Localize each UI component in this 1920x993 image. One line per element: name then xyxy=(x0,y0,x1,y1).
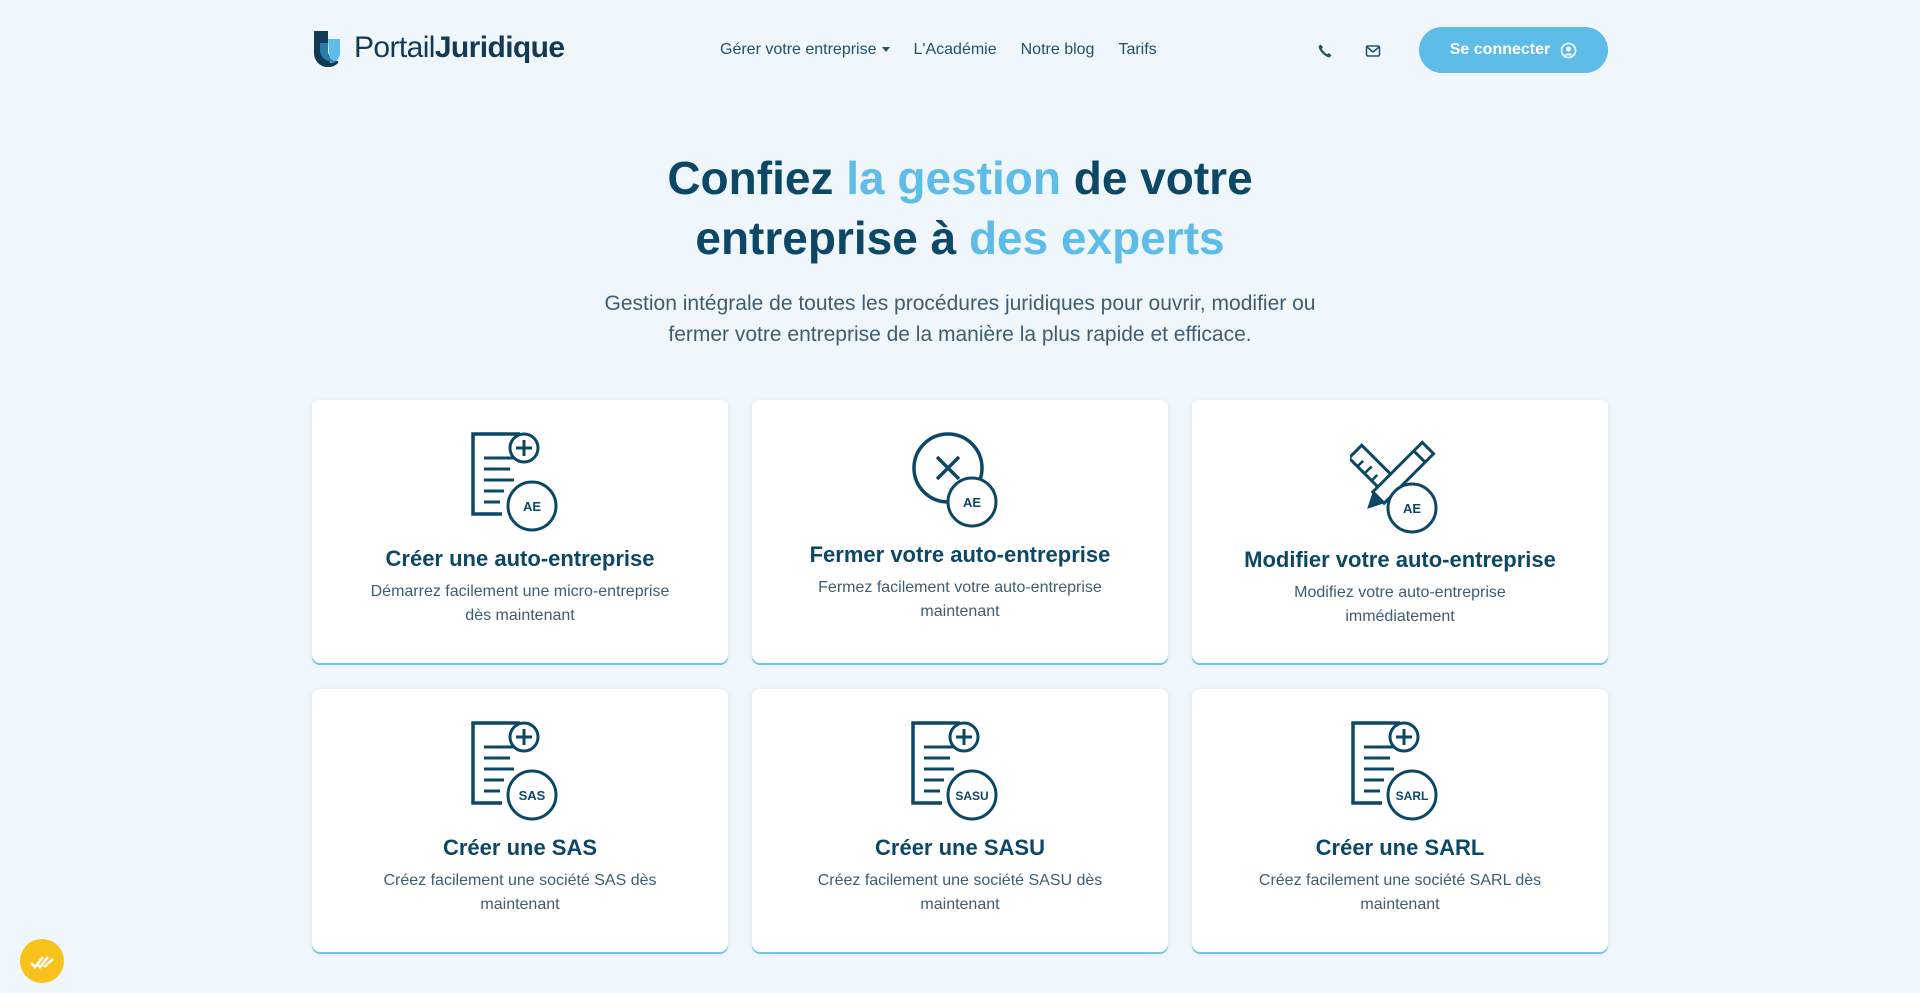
card-badge: AE xyxy=(523,499,541,514)
document-add-icon: SASU xyxy=(911,721,998,821)
card-badge: AE xyxy=(1403,501,1421,516)
hero-title-accent: des experts xyxy=(968,212,1225,264)
hero-title: Confiez la gestion de votre entreprise à… xyxy=(560,148,1360,268)
hero-title-part: entreprise à xyxy=(695,212,969,264)
hero-subtitle: Gestion intégrale de toutes les procédur… xyxy=(560,288,1360,350)
pencil-ruler-icon: AE xyxy=(1350,440,1438,534)
mail-icon xyxy=(1365,45,1381,57)
phone-button[interactable] xyxy=(1314,40,1336,62)
card-title: Créer une SARL xyxy=(1315,835,1485,860)
nav-blog[interactable]: Notre blog xyxy=(1021,41,1095,59)
card-title: Créer une SAS xyxy=(442,835,598,860)
card-desc: Créez facilement une société SASU dès ma… xyxy=(817,872,1103,913)
logo-text-light: Portail xyxy=(354,31,435,64)
card-create-sas[interactable]: SAS Créer une SAS Créez facilement une s… xyxy=(312,689,728,952)
card-title: Créer une auto-entreprise xyxy=(385,546,655,571)
shield-logo-icon xyxy=(313,31,340,67)
card-title: Modifier votre auto-entreprise xyxy=(1244,547,1556,572)
mail-button[interactable] xyxy=(1362,40,1384,62)
nav-manage-company-label: Gérer votre entreprise xyxy=(720,41,877,58)
main-nav: Gérer votre entreprise L'Académie Notre … xyxy=(720,41,1157,59)
card-desc: Créez facilement une société SAS dès mai… xyxy=(383,872,657,913)
page: PortailJuridique Gérer votre entreprise … xyxy=(0,0,1920,993)
logo[interactable]: PortailJuridique xyxy=(312,28,565,68)
document-add-icon: AE xyxy=(471,432,558,532)
card-badge: AE xyxy=(963,495,981,510)
logo-text-bold: Juridique xyxy=(434,31,565,64)
close-circle-icon: AE xyxy=(912,432,998,528)
card-badge: SASU xyxy=(955,789,988,803)
login-label: Se connecter xyxy=(1449,41,1551,58)
card-create-sasu[interactable]: SASU Créer une SASU Créez facilement une… xyxy=(752,689,1168,952)
consent-fab-button[interactable] xyxy=(20,939,64,983)
nav-academy[interactable]: L'Académie xyxy=(914,41,997,59)
card-desc: Créez facilement une société SARL dès ma… xyxy=(1258,872,1542,913)
document-add-icon: SARL xyxy=(1351,721,1438,821)
hero-title-part: Confiez xyxy=(667,152,847,204)
hero-subtitle-line: Gestion intégrale de toutes les procédur… xyxy=(604,292,1316,315)
card-title: Créer une SASU xyxy=(875,835,1045,860)
header: PortailJuridique Gérer votre entreprise … xyxy=(312,26,1608,74)
login-button[interactable]: Se connecter xyxy=(1419,27,1608,73)
card-badge: SARL xyxy=(1396,789,1429,803)
phone-icon xyxy=(1318,44,1332,58)
document-add-icon: SAS xyxy=(471,721,558,821)
nav-manage-company[interactable]: Gérer votre entreprise xyxy=(720,41,890,59)
hero-title-part: de votre xyxy=(1060,152,1253,204)
card-title: Fermer votre auto-entreprise xyxy=(809,542,1111,567)
hero-title-accent: la gestion xyxy=(846,152,1061,204)
checkmarks-icon xyxy=(30,956,54,969)
logo-text: PortailJuridique xyxy=(354,31,565,65)
card-badge: SAS xyxy=(519,788,546,803)
hero-subtitle-line: fermer votre entreprise de la manière la… xyxy=(668,323,1252,346)
user-circle-icon xyxy=(1560,42,1577,58)
card-desc: Fermez facilement votre auto-entreprise … xyxy=(818,579,1102,620)
card-modify-auto-entreprise[interactable]: AE Modifier votre auto-entreprise Modifi… xyxy=(1192,400,1608,663)
card-desc: Modifiez votre auto-entreprise immédiate… xyxy=(1294,584,1506,625)
card-close-auto-entreprise[interactable]: AE Fermer votre auto-entreprise Fermez f… xyxy=(752,400,1168,663)
card-desc: Démarrez facilement une micro-entreprise… xyxy=(370,583,670,624)
card-create-sarl[interactable]: SARL Créer une SARL Créez facilement une… xyxy=(1192,689,1608,952)
card-create-auto-entreprise[interactable]: AE Créer une auto-entreprise Démarrez fa… xyxy=(312,400,728,663)
caret-down-icon xyxy=(881,47,890,53)
nav-pricing[interactable]: Tarifs xyxy=(1118,41,1156,59)
